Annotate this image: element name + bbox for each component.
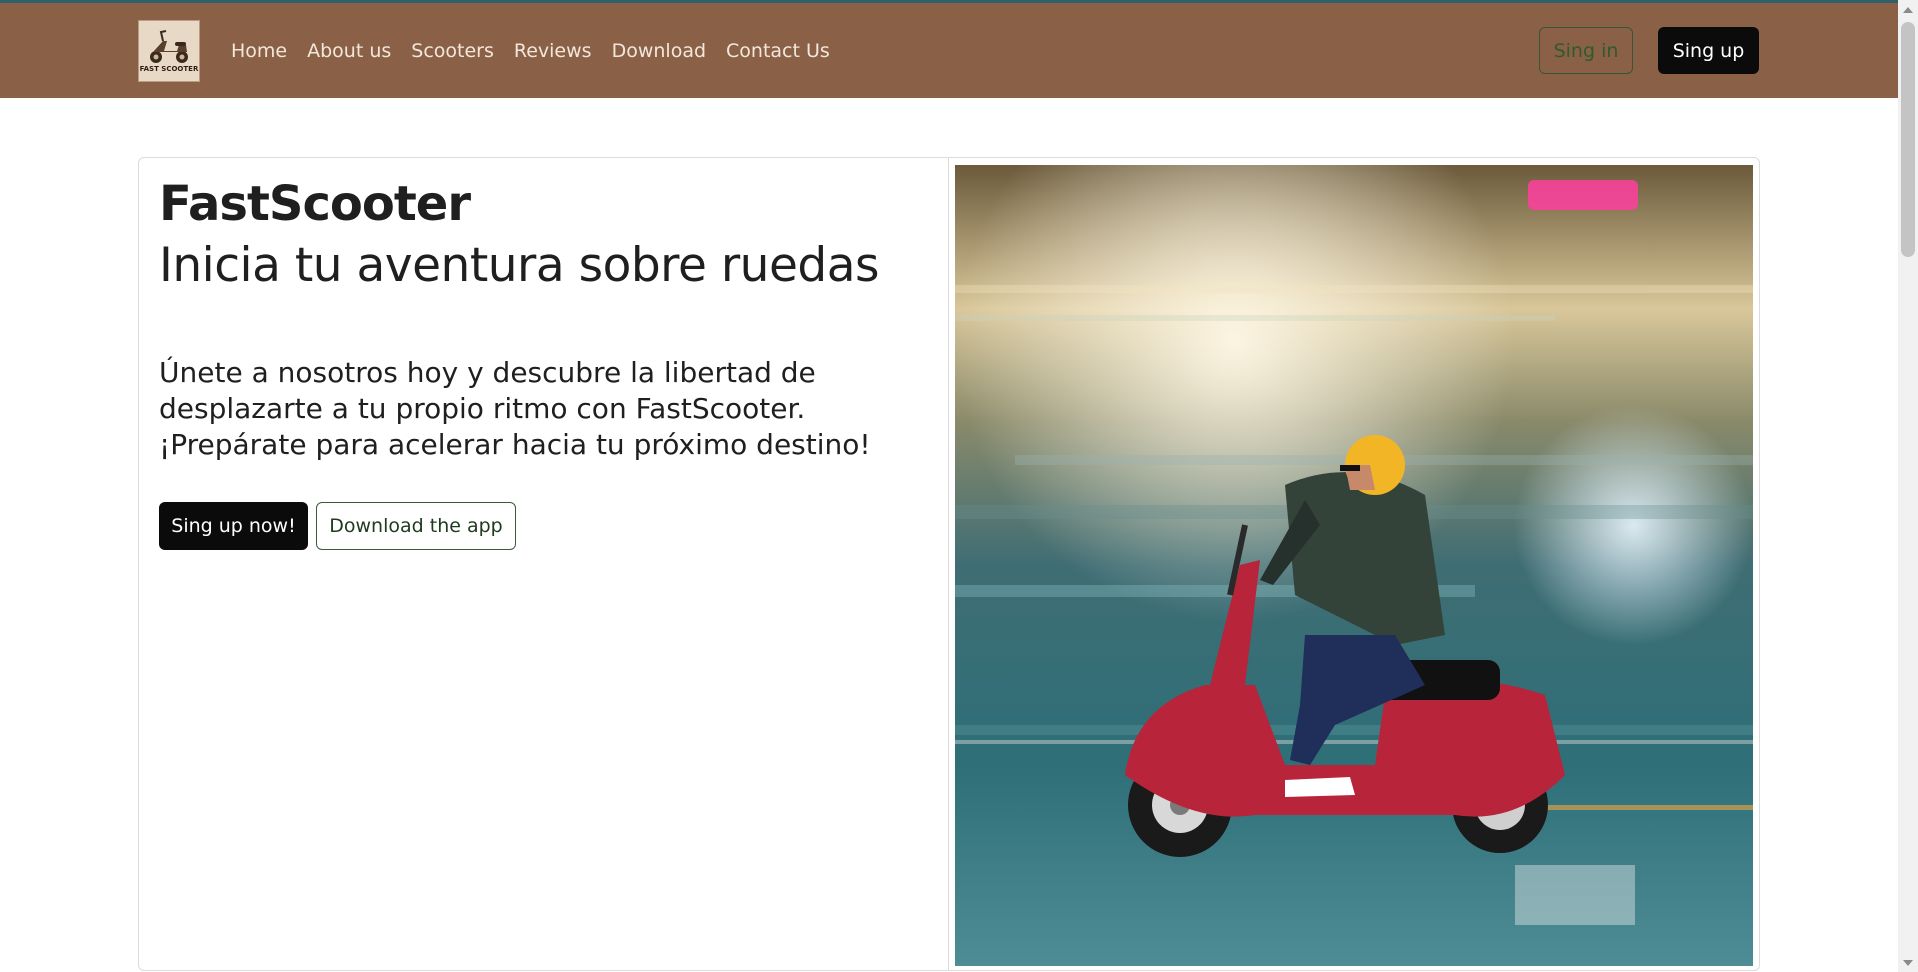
scrollbar-thumb[interactable]: [1901, 22, 1915, 257]
scooter-logo-icon: FAST SCOOTER: [139, 21, 199, 81]
scroll-up-icon[interactable]: [1903, 7, 1913, 13]
hero-divider: [948, 158, 949, 970]
svg-text:FAST SCOOTER: FAST SCOOTER: [140, 65, 199, 73]
hero-image-scooter-rider: [955, 165, 1753, 966]
nav-about[interactable]: About us: [307, 40, 391, 62]
nav-download[interactable]: Download: [612, 40, 706, 62]
navbar: FAST SCOOTER Home About us Scooters Revi…: [0, 3, 1898, 98]
hero-subtitle: Inicia tu aventura sobre ruedas: [159, 238, 879, 293]
main-nav: Home About us Scooters Reviews Download …: [231, 3, 850, 98]
nav-home[interactable]: Home: [231, 40, 287, 62]
nav-reviews[interactable]: Reviews: [514, 40, 592, 62]
nav-scooters[interactable]: Scooters: [411, 40, 494, 62]
hero-description: Únete a nosotros hoy y descubre la liber…: [159, 356, 871, 461]
signup-now-button[interactable]: Sing up now!: [159, 502, 308, 550]
brand-logo[interactable]: FAST SCOOTER: [138, 20, 200, 82]
signin-button[interactable]: Sing in: [1539, 27, 1633, 74]
scroll-down-icon[interactable]: [1903, 960, 1913, 966]
download-app-button[interactable]: Download the app: [316, 502, 516, 550]
nav-contact[interactable]: Contact Us: [726, 40, 830, 62]
signup-button[interactable]: Sing up: [1658, 27, 1759, 74]
hero-title: FastScooter: [159, 176, 471, 232]
